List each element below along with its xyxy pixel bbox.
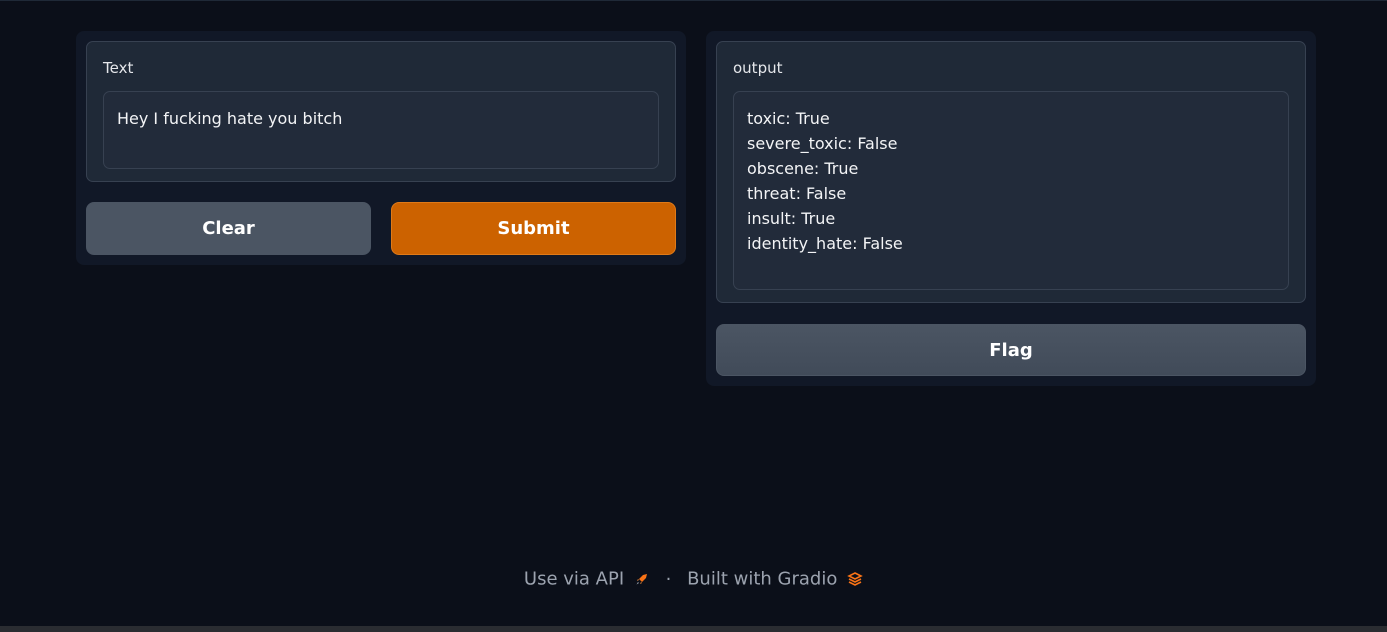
api-link-text: Use via API — [523, 568, 625, 590]
clear-button[interactable]: Clear — [86, 202, 371, 255]
flag-button[interactable]: Flag — [716, 324, 1306, 376]
submit-button[interactable]: Submit — [391, 202, 676, 255]
top-border — [0, 0, 1387, 1]
built-with-text: Built with Gradio — [687, 568, 838, 590]
bottom-bar — [0, 626, 1387, 632]
rocket-icon — [636, 574, 647, 585]
footer: Use via API · Built with Gradio — [0, 568, 1387, 590]
text-input-label: Text — [103, 59, 134, 77]
output-label: output — [733, 59, 783, 77]
text-input-block: Text Hey I fucking hate you bitch — [86, 41, 676, 182]
input-panel: Text Hey I fucking hate you bitch Clear … — [76, 31, 686, 265]
built-with-gradio-link[interactable]: Built with Gradio — [687, 568, 863, 590]
footer-separator: · — [665, 568, 672, 590]
use-via-api-link[interactable]: Use via API — [523, 568, 656, 590]
output-panel: output toxic: True severe_toxic: False o… — [706, 31, 1316, 386]
output-text[interactable]: toxic: True severe_toxic: False obscene:… — [733, 91, 1289, 290]
text-input[interactable]: Hey I fucking hate you bitch — [103, 91, 659, 169]
output-block: output toxic: True severe_toxic: False o… — [716, 41, 1306, 303]
gradio-logo-icon — [847, 572, 863, 587]
